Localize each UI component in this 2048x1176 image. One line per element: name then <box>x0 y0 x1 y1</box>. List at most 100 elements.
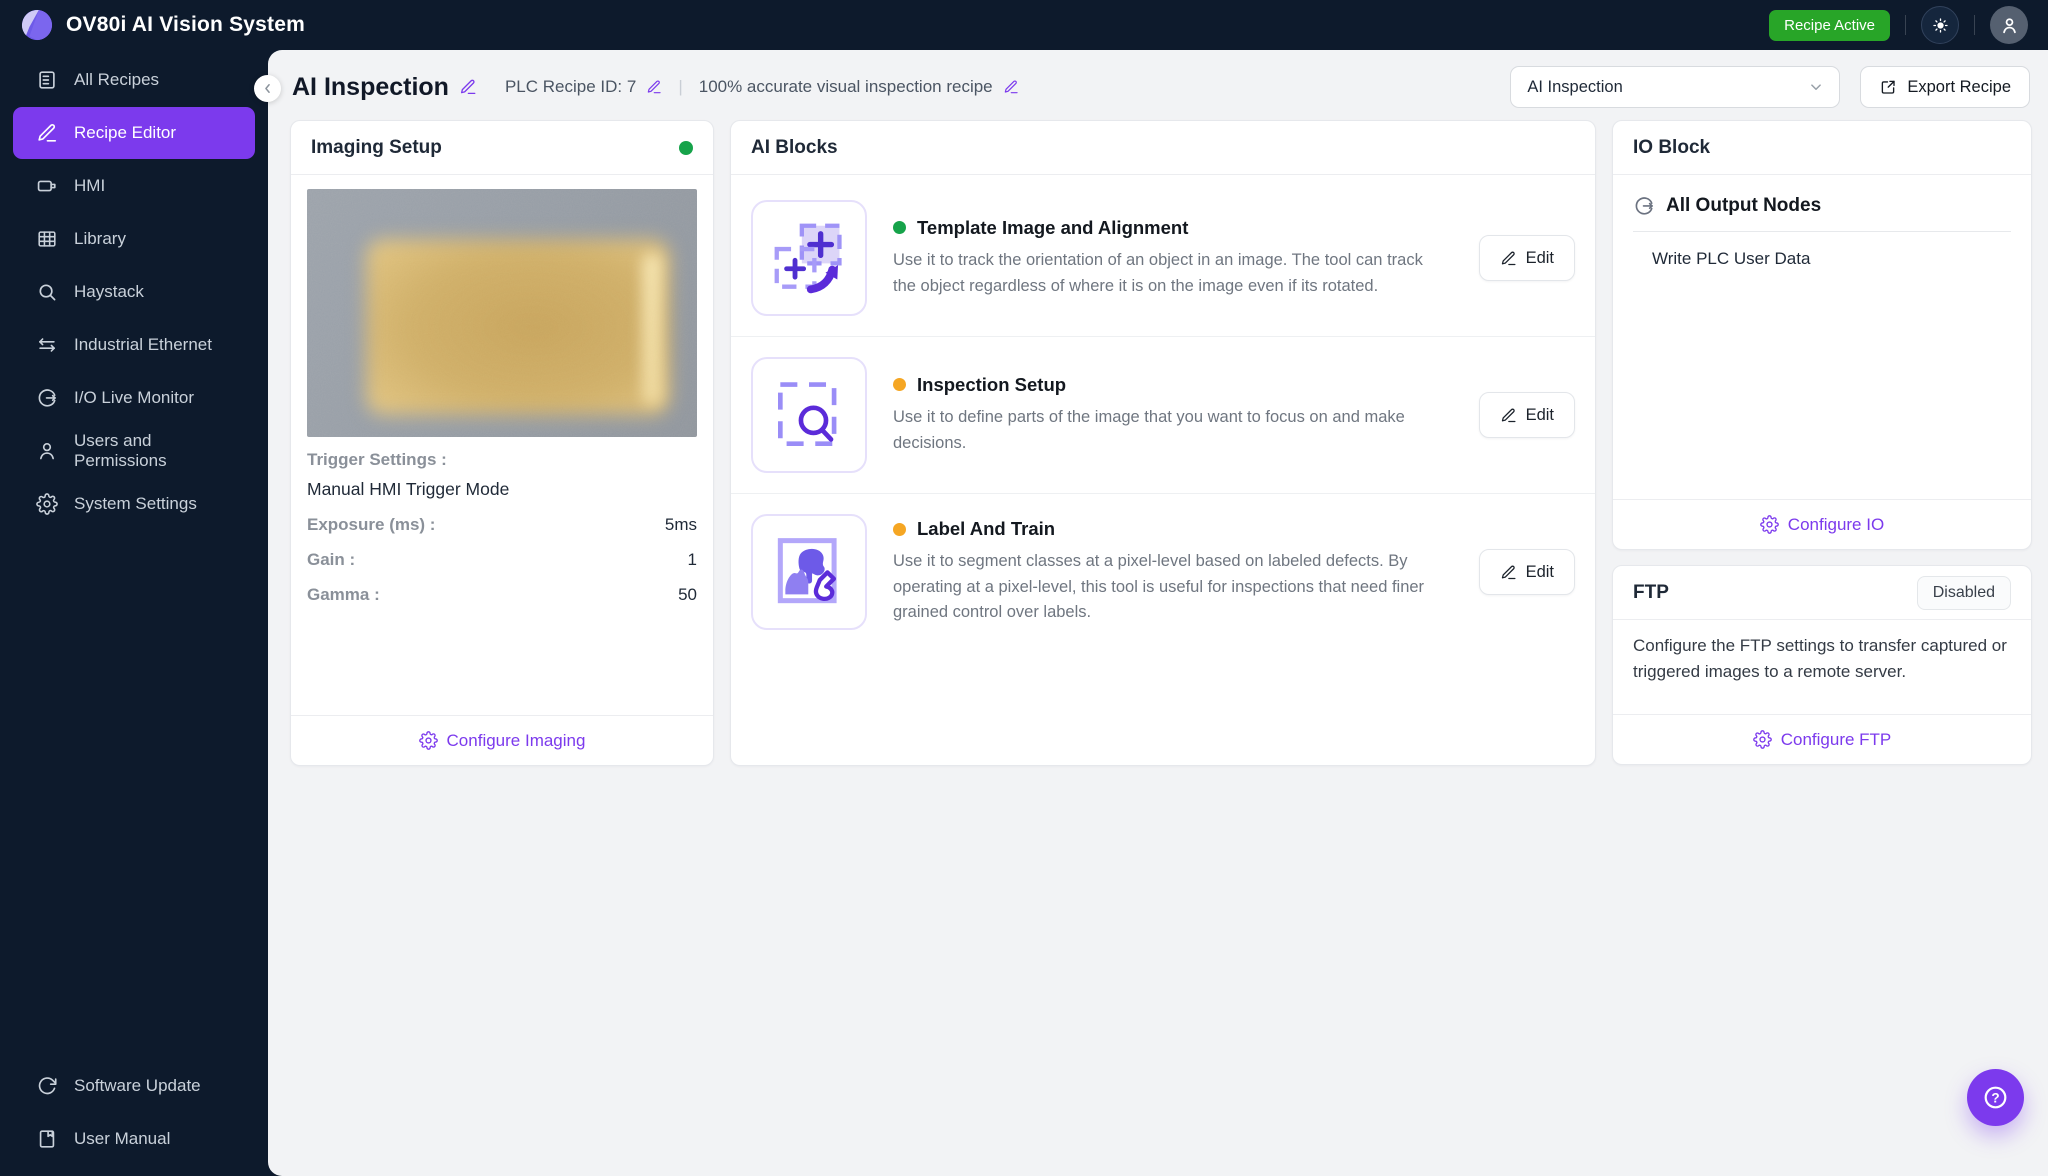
io-block-header: IO Block <box>1613 121 2031 175</box>
sidebar-item-label: I/O Live Monitor <box>74 388 194 407</box>
sidebar-item-label: Industrial Ethernet <box>74 335 212 354</box>
page-header: AI Inspection PLC Recipe ID: 7 | 100% ac… <box>268 50 2048 108</box>
status-dot <box>893 221 906 235</box>
sidebar-item-system-settings[interactable]: System Settings <box>13 478 255 530</box>
export-icon <box>1879 78 1897 96</box>
recipe-description: 100% accurate visual inspection recipe <box>698 77 993 96</box>
ai-block-icon <box>766 529 852 615</box>
pen-icon <box>1500 407 1517 424</box>
imaging-setup-header: Imaging Setup <box>291 121 713 175</box>
export-recipe-button[interactable]: Export Recipe <box>1860 66 2030 108</box>
topbar-divider <box>1905 15 1906 35</box>
sidebar-item-label: HMI <box>74 176 106 195</box>
sidebar-item-label: System Settings <box>74 494 197 513</box>
topbar-divider <box>1974 15 1975 35</box>
gear-icon <box>1760 515 1779 534</box>
gear-icon <box>1753 730 1772 749</box>
sidebar-item-label: Haystack <box>74 282 144 301</box>
edit-description-button[interactable] <box>1003 79 1019 95</box>
output-arrow-icon <box>1633 195 1655 217</box>
sidebar-item-user-manual[interactable]: User Manual <box>13 1113 255 1165</box>
ai-block-title: Template Image and Alignment <box>917 216 1189 238</box>
sidebar-item-label: Recipe Editor <box>74 123 177 142</box>
theme-toggle-button[interactable] <box>1921 6 1959 44</box>
app-logo-icon <box>20 8 54 42</box>
imaging-status-dot <box>679 140 693 155</box>
chevron-left-icon <box>260 81 275 96</box>
header-separator: | <box>678 77 683 96</box>
ftp-description: Configure the FTP settings to transfer c… <box>1633 636 2007 681</box>
sidebar-item-label: Library <box>74 229 126 248</box>
sidebar-item-library[interactable]: Library <box>13 213 255 265</box>
ai-block-title: Label And Train <box>917 518 1056 540</box>
topbar-actions: Recipe Active <box>1769 6 2028 44</box>
sidebar-item-all-recipes[interactable]: All Recipes <box>13 54 255 106</box>
recipe-select[interactable]: AI Inspection <box>1510 66 1841 108</box>
output-node-item[interactable]: Write PLC User Data <box>1633 249 2011 269</box>
topbar: OV80i AI Vision System Recipe Active <box>0 0 2048 50</box>
setting-label: Gain : <box>307 550 356 569</box>
ai-blocks-panel: AI Blocks Template Image and Alignment U… <box>730 120 1596 766</box>
imaging-setting-row: Gamma : 50 <box>307 585 697 605</box>
user-avatar[interactable] <box>1990 6 2028 44</box>
camera-preview-image <box>307 189 697 437</box>
imaging-setup-title: Imaging Setup <box>311 136 442 158</box>
configure-io-link[interactable]: Configure IO <box>1613 499 2031 549</box>
sidebar-item-io-live-monitor[interactable]: I/O Live Monitor <box>13 372 255 424</box>
output-nodes-title: All Output Nodes <box>1666 195 1822 216</box>
help-button[interactable] <box>1967 1069 2024 1126</box>
ftp-title: FTP <box>1633 581 1669 603</box>
io-block-panel: IO Block All Output Nodes Write PLC User… <box>1612 120 2032 550</box>
grid-icon <box>36 228 58 250</box>
ai-blocks-header: AI Blocks <box>731 121 1595 175</box>
ftp-status-badge: Disabled <box>1916 575 2011 610</box>
setting-value: 5ms <box>664 515 697 534</box>
edit-plc-id-button[interactable] <box>646 79 662 95</box>
person-icon <box>1999 15 2020 36</box>
gear-icon <box>419 731 438 750</box>
sidebar-item-label: Software Update <box>74 1076 201 1095</box>
pen-icon <box>646 79 662 95</box>
sidebar-collapse-button[interactable] <box>254 75 281 102</box>
ai-block-icon-tile <box>751 357 867 473</box>
io-block-title: IO Block <box>1633 136 1711 158</box>
sidebar-main-group: All Recipes Recipe Editor HMI Library Ha… <box>0 54 268 531</box>
io-icon <box>36 387 58 409</box>
ai-block-icon <box>766 215 852 301</box>
divider <box>1633 231 2011 232</box>
pen-icon <box>1500 250 1517 267</box>
edit-button[interactable]: Edit <box>1478 549 1575 595</box>
sidebar-item-industrial-ethernet[interactable]: Industrial Ethernet <box>13 319 255 371</box>
io-block-body: All Output Nodes Write PLC User Data <box>1613 175 2031 499</box>
ai-block-icon <box>766 372 852 458</box>
sidebar-item-recipe-editor[interactable]: Recipe Editor <box>13 107 255 159</box>
recipe-select-value: AI Inspection <box>1527 77 1623 96</box>
pen-icon <box>36 122 58 144</box>
configure-imaging-link[interactable]: Configure Imaging <box>291 715 713 765</box>
setting-value: 1 <box>687 550 697 569</box>
hmi-icon <box>36 175 58 197</box>
recipes-icon <box>36 69 58 91</box>
refresh-icon <box>36 1075 58 1097</box>
user-icon <box>36 440 58 462</box>
sidebar-item-hmi[interactable]: HMI <box>13 160 255 212</box>
setting-value: 50 <box>678 585 697 604</box>
header-controls: AI Inspection Export Recipe <box>1510 66 2032 108</box>
edit-recipe-name-button[interactable] <box>459 78 477 96</box>
configure-ftp-link[interactable]: Configure FTP <box>1613 714 2031 764</box>
ftp-panel: FTP Disabled Configure the FTP settings … <box>1612 565 2032 765</box>
ai-block-title: Inspection Setup <box>917 373 1067 395</box>
ai-block-row: Label And Train Use it to segment classe… <box>731 493 1595 650</box>
status-dot <box>893 378 906 392</box>
ai-block-icon-tile <box>751 200 867 316</box>
edit-button[interactable]: Edit <box>1478 235 1575 281</box>
sidebar-item-software-update[interactable]: Software Update <box>13 1060 255 1112</box>
help-icon <box>1980 1082 2011 1113</box>
ai-blocks-title: AI Blocks <box>751 136 838 158</box>
edit-button[interactable]: Edit <box>1478 392 1575 438</box>
sidebar-item-users-and-permissions[interactable]: Users and Permissions <box>13 425 255 477</box>
ai-block-description: Use it to segment classes at a pixel-lev… <box>893 552 1425 622</box>
imaging-setting-row: Exposure (ms) : 5ms <box>307 515 697 535</box>
trigger-settings-label: Trigger Settings : <box>307 450 447 469</box>
sidebar-item-haystack[interactable]: Haystack <box>13 266 255 318</box>
